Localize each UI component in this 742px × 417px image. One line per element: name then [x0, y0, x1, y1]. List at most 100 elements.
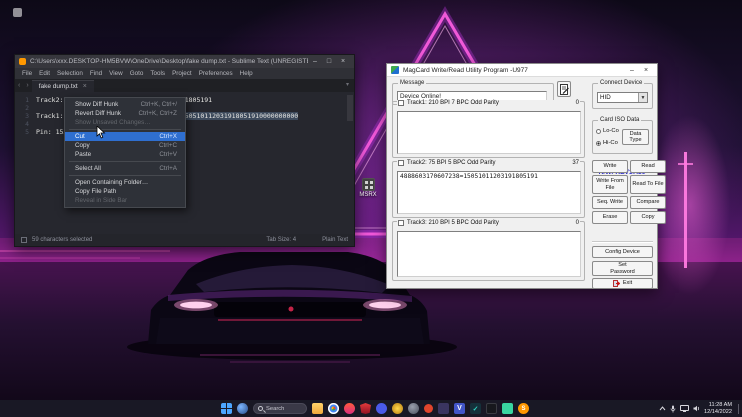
minimize-button[interactable]: – [308, 55, 322, 68]
cheat-engine-icon[interactable] [392, 403, 403, 414]
track2-data-field[interactable]: 4888603170607238=15051011203191805191 [397, 171, 581, 214]
sublime-window-title: C:\Users\xxx.DESKTOP-HM5BVW\OneDrive\Des… [30, 58, 308, 65]
minimap[interactable] [347, 95, 353, 121]
medal-icon[interactable] [438, 403, 449, 414]
cast-display-icon[interactable] [680, 405, 689, 412]
vmware-icon[interactable]: V [454, 403, 465, 414]
steam-icon[interactable] [408, 403, 419, 414]
tab-scroll-left-icon[interactable]: ‹ [15, 79, 23, 92]
msr-titlebar[interactable]: MagCard Write/Read Utility Program -U977… [387, 64, 657, 77]
microphone-icon[interactable] [670, 405, 676, 413]
shortcut-hint: Ctrl+V [159, 151, 177, 158]
taskbar-search[interactable]: Search [253, 403, 307, 414]
menu-file[interactable]: File [22, 70, 32, 77]
menu-preferences[interactable]: Preferences [199, 70, 233, 77]
terminal-icon[interactable] [486, 403, 497, 414]
menu-item-open-containing-folder[interactable]: Open Containing Folder… [65, 178, 185, 187]
minimize-button[interactable]: – [625, 64, 639, 77]
menu-item-copy[interactable]: Copy Ctrl+C [65, 141, 185, 150]
action-buttons: Write Read Write From File Read To File … [592, 160, 653, 224]
maximize-button[interactable]: □ [322, 55, 336, 68]
shortcut-hint: Ctrl+C [159, 142, 177, 149]
sublime-taskbar-icon[interactable]: S [518, 403, 529, 414]
seq-write-button[interactable]: Seq. Write [592, 196, 628, 209]
screen-recorder-icon[interactable] [502, 403, 513, 414]
speaker-icon[interactable] [693, 405, 700, 412]
chrome-icon[interactable] [328, 403, 339, 414]
menu-item-copy-file-path[interactable]: Copy File Path [65, 187, 185, 196]
tab-fake-dump[interactable]: fake dump.txt × [32, 80, 94, 92]
syntax-indicator[interactable]: Plain Text [322, 237, 348, 243]
track3-data-field[interactable] [397, 231, 581, 277]
tab-overflow-icon[interactable]: ▾ [341, 79, 354, 92]
context-menu: Show Diff Hunk Ctrl+K, Ctrl+/ Revert Dif… [64, 97, 186, 208]
chevron-up-icon[interactable] [659, 406, 666, 411]
desktop-shortcut-msrx[interactable]: MSRX [353, 178, 383, 198]
read-button[interactable]: Read [630, 160, 666, 173]
track1-checkbox[interactable] [398, 100, 404, 106]
tab-close-icon[interactable]: × [83, 83, 87, 90]
hi-co-radio-row[interactable]: Hi-Co [596, 140, 618, 146]
search-label: Search [266, 406, 284, 412]
widgets-icon[interactable] [237, 403, 248, 414]
menu-item-select-all[interactable]: Select All Ctrl+A [65, 164, 185, 173]
close-button[interactable]: × [336, 55, 350, 68]
tab-scroll-right-icon[interactable]: › [23, 79, 31, 92]
shortcut-hint: Ctrl+A [159, 165, 177, 172]
menu-item-show-diff-hunk[interactable]: Show Diff Hunk Ctrl+K, Ctrl+/ [65, 100, 185, 109]
hi-co-radio[interactable] [596, 141, 601, 146]
read-to-file-button[interactable]: Read To File [630, 175, 666, 194]
data-type-button[interactable]: Data Type [622, 129, 649, 145]
lo-co-radio-row[interactable]: Lo-Co [596, 128, 619, 134]
menu-item-revert-diff-hunk[interactable]: Revert Diff Hunk Ctrl+K, Ctrl+Z [65, 109, 185, 118]
menu-selection[interactable]: Selection [57, 70, 83, 77]
lo-co-radio[interactable] [596, 129, 601, 134]
code-text: Track1: [36, 112, 67, 120]
show-desktop-button[interactable] [738, 404, 739, 414]
screen: MSRX C:\Users\xxx.DESKTOP-HM5BVW\OneDriv… [0, 0, 742, 417]
menu-item-paste[interactable]: Paste Ctrl+V [65, 150, 185, 159]
clock-date: 12/14/2022 [704, 409, 732, 416]
device-status-button[interactable] [557, 81, 571, 97]
tick-app-icon[interactable]: ✓ [470, 403, 481, 414]
vcs-icon[interactable] [21, 237, 27, 243]
defender-shield-icon[interactable] [360, 403, 371, 414]
menu-item-show-unsaved-changes: Show Unsaved Changes… [65, 118, 185, 127]
close-button[interactable]: × [639, 64, 653, 77]
clipboard-icon [560, 84, 569, 95]
tab-size-indicator[interactable]: Tab Size: 4 [266, 237, 296, 243]
device-select[interactable]: HID ▼ [597, 92, 648, 103]
line-number: 4 [15, 120, 29, 128]
chevron-down-icon[interactable]: ▼ [638, 93, 647, 102]
menu-project[interactable]: Project [172, 70, 192, 77]
track2-checkbox[interactable] [398, 160, 404, 166]
set-password-button[interactable]: Set Password [592, 261, 653, 276]
menu-find[interactable]: Find [90, 70, 102, 77]
brave-icon[interactable] [344, 403, 355, 414]
sublime-titlebar[interactable]: C:\Users\xxx.DESKTOP-HM5BVW\OneDrive\Des… [15, 55, 354, 68]
config-device-button[interactable]: Config Device [592, 246, 653, 258]
file-explorer-icon[interactable] [312, 403, 323, 414]
menu-help[interactable]: Help [240, 70, 253, 77]
line-number: 3 [15, 112, 29, 120]
menu-view[interactable]: View [109, 70, 123, 77]
menu-edit[interactable]: Edit [39, 70, 50, 77]
exit-button[interactable]: Exit [592, 278, 653, 289]
menu-separator [69, 129, 181, 130]
menu-goto[interactable]: Goto [130, 70, 144, 77]
write-from-file-button[interactable]: Write From File [592, 175, 628, 194]
line-number: 1 [15, 96, 29, 104]
line-number: 5 [15, 128, 29, 136]
copy-button[interactable]: Copy [630, 211, 666, 224]
discord-icon[interactable] [376, 403, 387, 414]
write-button[interactable]: Write [592, 160, 628, 173]
track3-checkbox[interactable] [398, 220, 404, 226]
origin-icon[interactable] [424, 404, 433, 413]
compare-button[interactable]: Compare [630, 196, 666, 209]
track1-data-field[interactable] [397, 111, 581, 154]
clock[interactable]: 11:28 AM 12/14/2022 [704, 402, 732, 415]
start-button[interactable] [221, 403, 232, 414]
menu-tools[interactable]: Tools [150, 70, 165, 77]
erase-button[interactable]: Erase [592, 211, 628, 224]
menu-item-cut[interactable]: Cut Ctrl+X [65, 132, 185, 141]
